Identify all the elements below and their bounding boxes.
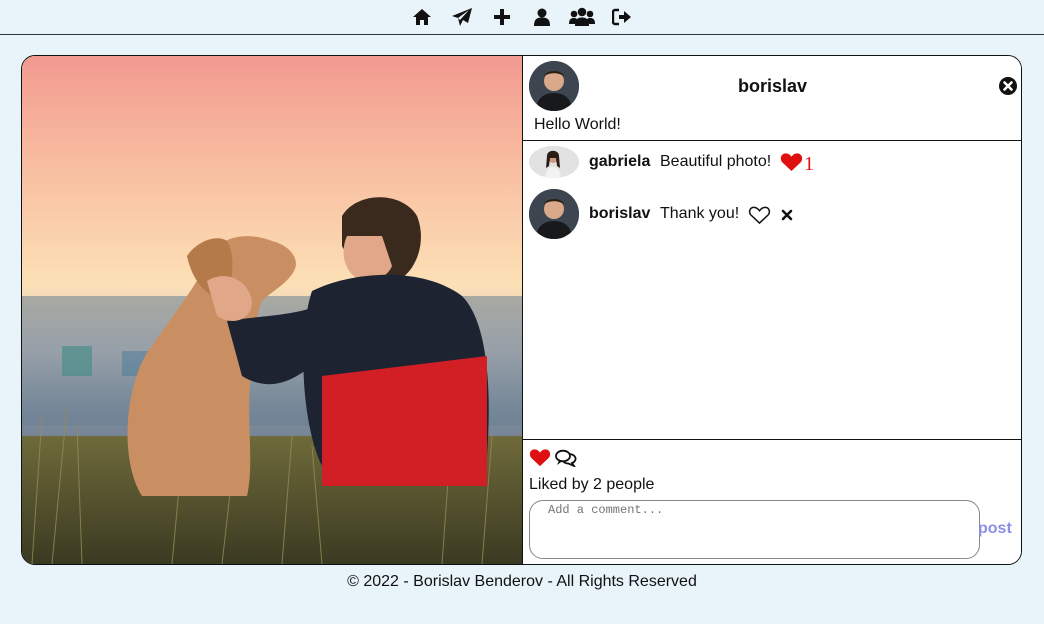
send-icon[interactable] <box>442 2 482 32</box>
commenter-avatar[interactable] <box>529 146 579 178</box>
top-navigation <box>0 0 1044 35</box>
comment-delete-icon[interactable] <box>781 208 793 226</box>
likes-count-text: Liked by 2 people <box>529 476 655 493</box>
post-image <box>22 56 522 564</box>
sign-out-icon[interactable] <box>602 2 642 32</box>
comment-like-count: 1 <box>804 153 814 175</box>
comment-like-heart-icon[interactable] <box>780 152 803 177</box>
users-icon[interactable] <box>562 2 602 32</box>
post-like-heart-icon[interactable] <box>529 448 551 472</box>
comment-username[interactable]: gabriela <box>589 153 650 171</box>
owner-username[interactable]: borislav <box>523 76 1021 97</box>
post-actions: Liked by 2 people post <box>523 439 1021 564</box>
post-caption: Hello World! <box>534 116 621 133</box>
comment-list: gabriela Beautiful photo! 1 borislav Tha… <box>523 141 1021 438</box>
home-icon[interactable] <box>402 2 442 32</box>
commenter-avatar[interactable] <box>529 189 579 239</box>
comment-username[interactable]: borislav <box>589 205 650 223</box>
user-icon[interactable] <box>522 2 562 32</box>
post-comment-button[interactable]: post <box>978 520 1012 538</box>
post-header: borislav Hello World! <box>523 56 1021 141</box>
post-sidebar: borislav Hello World! gabriela Beautiful… <box>522 56 1021 564</box>
comment-item: borislav Thank you! <box>523 189 1021 241</box>
comment-like-heart-outline-icon[interactable] <box>748 205 771 230</box>
comment-input[interactable] <box>529 500 980 559</box>
footer-copyright: © 2022 - Borislav Benderov - All Rights … <box>347 573 697 590</box>
post-card: borislav Hello World! gabriela Beautiful… <box>21 55 1022 565</box>
close-icon[interactable] <box>998 76 1018 96</box>
comment-text: Beautiful photo! <box>660 153 772 170</box>
plus-icon[interactable] <box>482 2 522 32</box>
comments-icon[interactable] <box>555 449 577 472</box>
comment-text: Thank you! <box>660 205 740 222</box>
